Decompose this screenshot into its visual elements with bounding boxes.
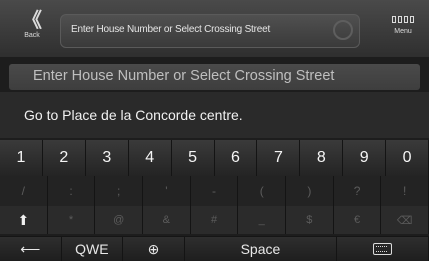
- key-1[interactable]: 1: [0, 140, 43, 176]
- key-exclamation[interactable]: !: [381, 176, 429, 206]
- page-title: Enter House Number or Select Crossing St…: [71, 24, 271, 35]
- back-chevron-icon: 《: [22, 10, 42, 32]
- key-8[interactable]: 8: [300, 140, 344, 176]
- symbol-key-row-1: / : ; ' - ( ) ? !: [0, 176, 429, 206]
- key-slash[interactable]: /: [0, 176, 48, 206]
- key-apostrophe[interactable]: ': [143, 176, 191, 206]
- back-label: Back: [24, 32, 40, 39]
- key-close-paren[interactable]: ): [286, 176, 334, 206]
- menu-grid-icon: [383, 16, 423, 23]
- input-placeholder: Enter House Number or Select Crossing St…: [33, 68, 335, 84]
- key-semicolon[interactable]: ;: [95, 176, 144, 206]
- key-2[interactable]: 2: [43, 140, 86, 176]
- suggestion-text: Go to Place de la Concorde centre.: [24, 107, 243, 123]
- key-open-paren[interactable]: (: [238, 176, 287, 206]
- shift-icon[interactable]: ⬆: [0, 206, 48, 234]
- left-arrow-icon[interactable]: ⟵: [0, 237, 62, 261]
- key-at[interactable]: @: [95, 206, 144, 234]
- key-colon[interactable]: :: [48, 176, 96, 206]
- space-key[interactable]: Space: [185, 237, 338, 261]
- menu-label: Menu: [394, 28, 412, 35]
- symbol-key-row-2: ⬆ * @ & # _ $ € ⌫: [0, 206, 429, 234]
- bottom-key-row: ⟵ QWE ⊕ Space: [0, 236, 429, 261]
- menu-button[interactable]: Menu: [383, 12, 423, 50]
- qwerty-layout-button[interactable]: QWE: [62, 237, 124, 261]
- back-button[interactable]: 《 Back: [10, 10, 54, 50]
- house-number-input[interactable]: Enter House Number or Select Crossing St…: [9, 64, 420, 90]
- microphone-icon[interactable]: [333, 20, 353, 40]
- key-hyphen[interactable]: -: [191, 176, 239, 206]
- keyboard-icon: [373, 243, 393, 255]
- key-4[interactable]: 4: [129, 140, 172, 176]
- globe-icon[interactable]: ⊕: [123, 237, 185, 261]
- number-key-row: 1 2 3 4 5 6 7 8 9 0: [0, 140, 429, 176]
- key-hash[interactable]: #: [191, 206, 239, 234]
- key-7[interactable]: 7: [257, 140, 301, 176]
- key-underscore[interactable]: _: [238, 206, 287, 234]
- key-0[interactable]: 0: [386, 140, 429, 176]
- title-bar: Enter House Number or Select Crossing St…: [60, 14, 360, 48]
- key-asterisk[interactable]: *: [48, 206, 96, 234]
- key-question[interactable]: ?: [334, 176, 382, 206]
- keyboard-hide-button[interactable]: [337, 237, 429, 261]
- key-5[interactable]: 5: [172, 140, 215, 176]
- backspace-icon[interactable]: ⌫: [381, 206, 429, 234]
- suggestion-row[interactable]: Go to Place de la Concorde centre.: [0, 92, 429, 138]
- key-3[interactable]: 3: [86, 140, 129, 176]
- key-dollar[interactable]: $: [286, 206, 334, 234]
- key-ampersand[interactable]: &: [143, 206, 191, 234]
- top-bar: 《 Back Enter House Number or Select Cros…: [0, 0, 429, 57]
- key-euro[interactable]: €: [334, 206, 382, 234]
- key-9[interactable]: 9: [343, 140, 387, 176]
- key-6[interactable]: 6: [215, 140, 258, 176]
